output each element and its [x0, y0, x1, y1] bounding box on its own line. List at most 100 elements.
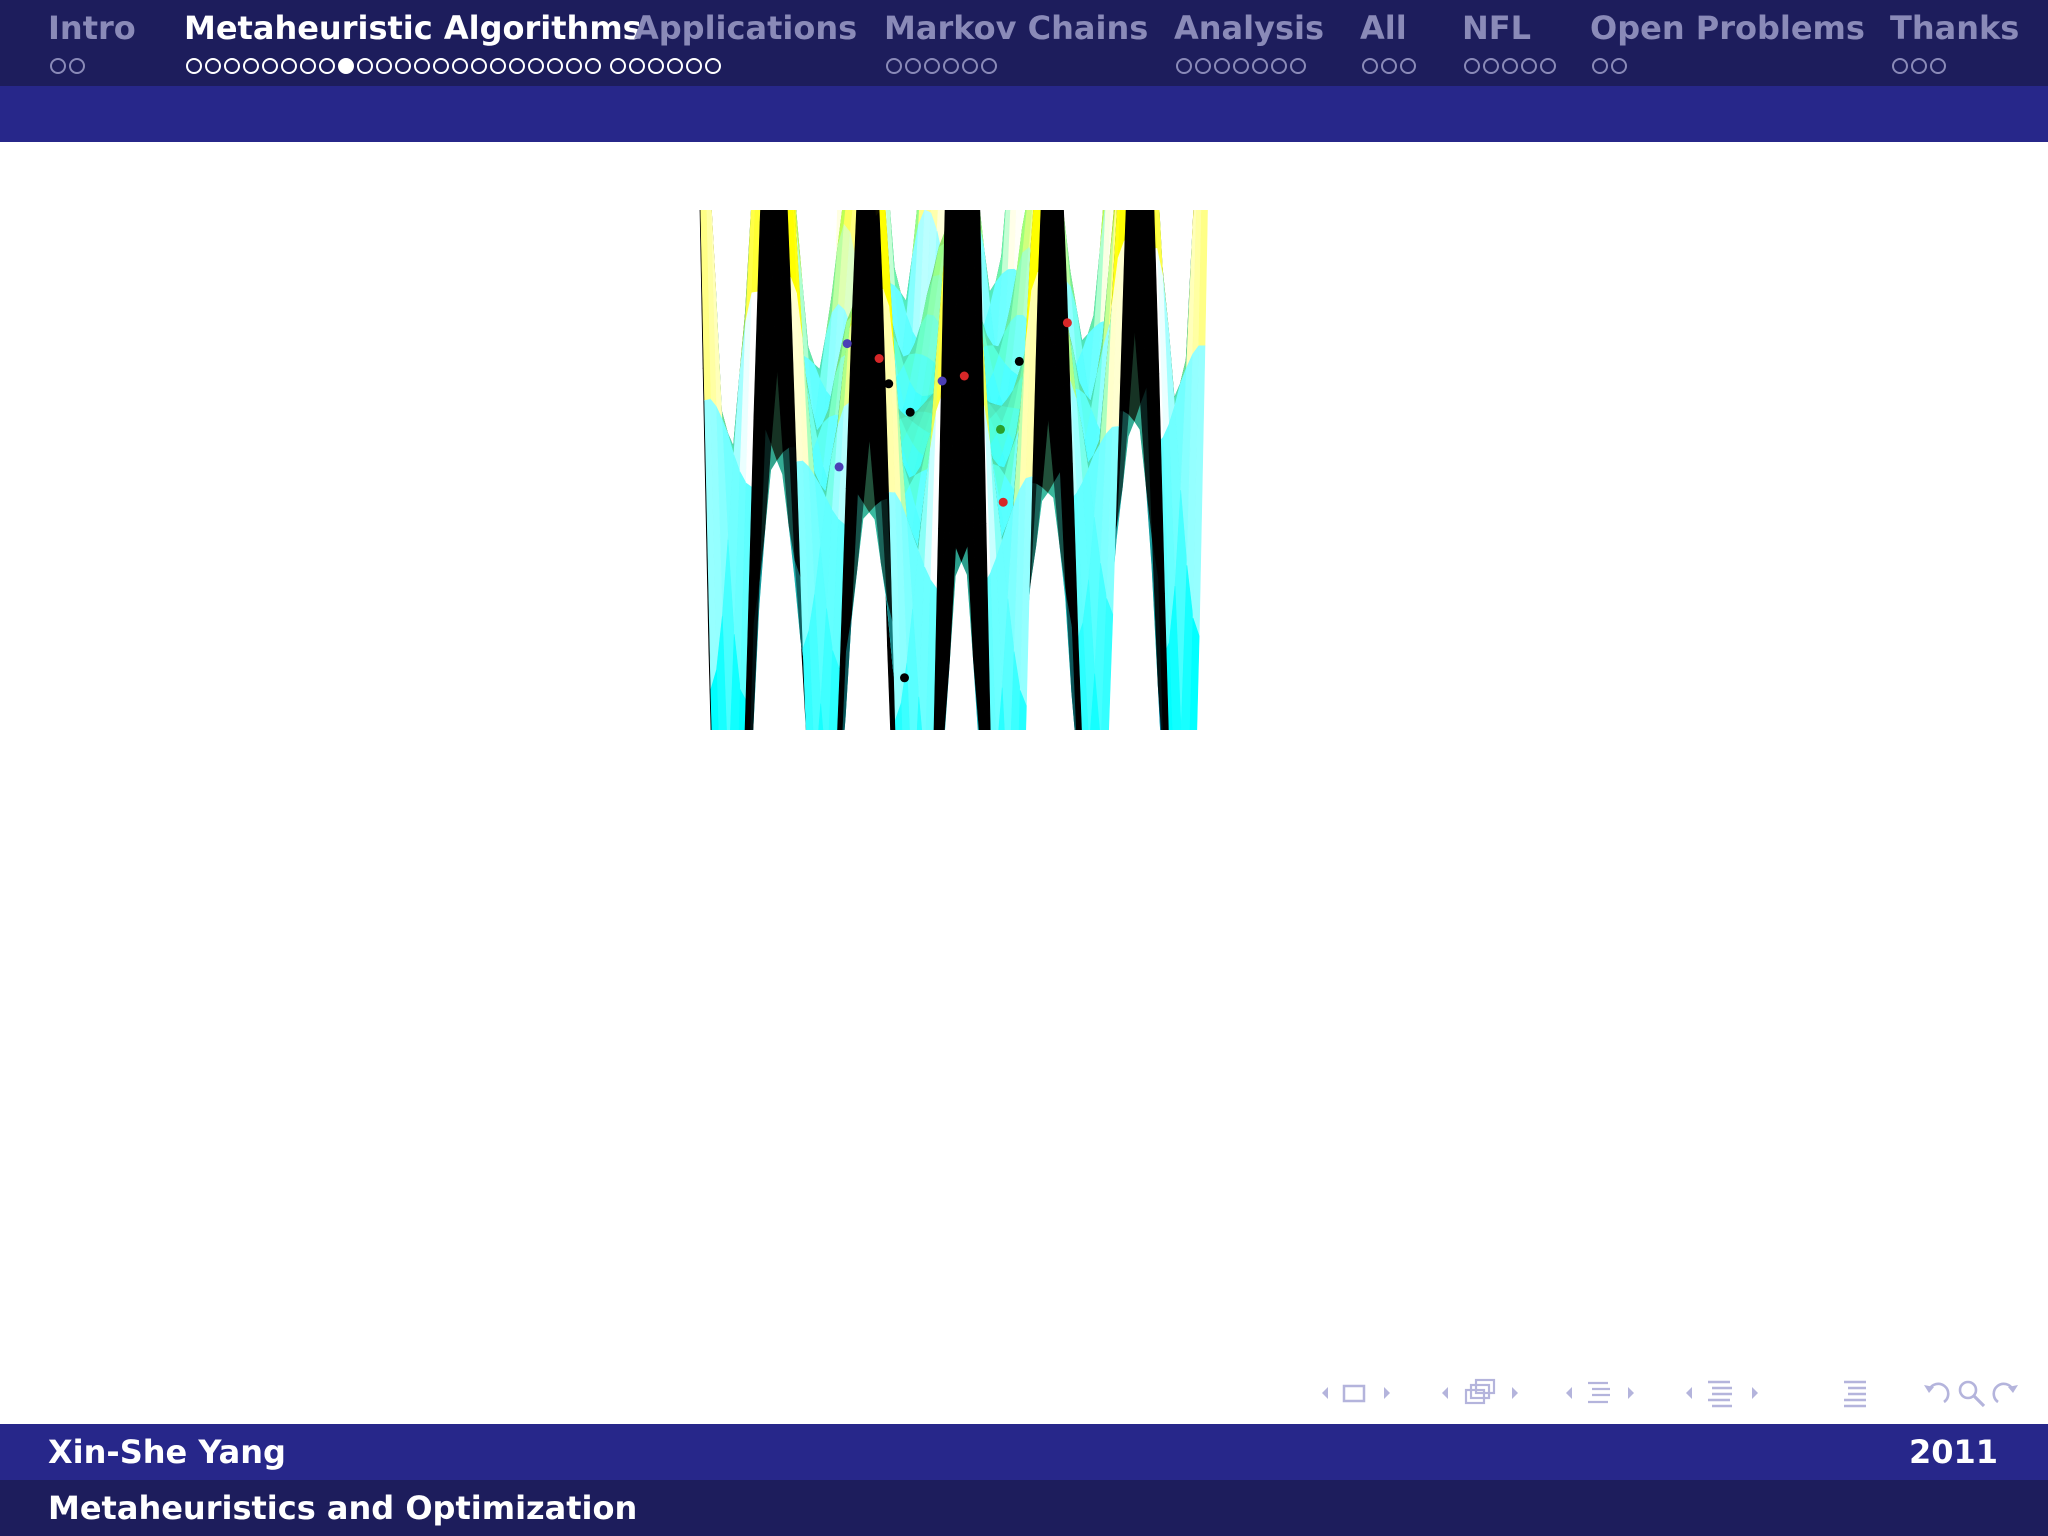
frame-nav-icon[interactable] [1318, 1376, 1408, 1410]
nav-section-nfl[interactable]: NFL [1462, 6, 1556, 74]
frame-dot[interactable] [1233, 58, 1249, 74]
frame-dot[interactable] [566, 58, 582, 74]
frame-dot[interactable] [981, 58, 997, 74]
nav-section-markov-chains[interactable]: Markov Chains [884, 6, 1148, 74]
frame-dot[interactable] [395, 58, 411, 74]
frame-dot[interactable] [1502, 58, 1518, 74]
frame-dot[interactable] [886, 58, 902, 74]
nav-section-all[interactable]: All [1360, 6, 1416, 74]
presentation-nav-icon[interactable] [1682, 1376, 1778, 1410]
frame-dot[interactable] [1271, 58, 1287, 74]
footer-title-bar: Metaheuristics and Optimization [0, 1480, 2048, 1536]
frame-dot[interactable] [1176, 58, 1192, 74]
frame-dot[interactable] [629, 58, 645, 74]
search-icon[interactable] [1954, 1376, 1988, 1410]
frame-dot[interactable] [509, 58, 525, 74]
frame-dot[interactable] [186, 58, 202, 74]
undo-button[interactable] [1920, 1376, 1954, 1410]
nav-section-title[interactable]: Applications [634, 6, 857, 50]
frame-dot[interactable] [962, 58, 978, 74]
search-button[interactable] [1954, 1376, 1988, 1410]
frame-dot[interactable] [1362, 58, 1378, 74]
nav-section-title[interactable]: All [1360, 6, 1407, 50]
agent-marker [900, 673, 909, 683]
redo-button[interactable] [1988, 1376, 2022, 1410]
redo-icon[interactable] [1988, 1376, 2022, 1410]
frame-dot[interactable] [452, 58, 468, 74]
toc-icon[interactable] [1838, 1376, 1872, 1410]
section-nav[interactable] [1562, 1376, 1658, 1410]
beamer-navigation-symbols [1310, 1376, 2030, 1410]
frame-dot[interactable] [1521, 58, 1537, 74]
frame-dot[interactable] [528, 58, 544, 74]
frame-dots [886, 58, 1000, 74]
frame-dot[interactable] [338, 58, 354, 74]
undo-icon[interactable] [1920, 1376, 1954, 1410]
frame-dot[interactable] [610, 58, 626, 74]
frame-dot[interactable] [414, 58, 430, 74]
nav-section-thanks[interactable]: Thanks [1890, 6, 2019, 74]
frame-dot[interactable] [300, 58, 316, 74]
frame-dot[interactable] [50, 58, 66, 74]
nav-section-title[interactable]: Thanks [1890, 6, 2019, 50]
presentation-nav[interactable] [1682, 1376, 1778, 1410]
agent-marker [1062, 318, 1072, 328]
frame-dot[interactable] [1214, 58, 1230, 74]
frame-dot[interactable] [686, 58, 702, 74]
nav-section-analysis[interactable]: Analysis [1174, 6, 1324, 74]
frame-dot[interactable] [490, 58, 506, 74]
frame-dot[interactable] [1400, 58, 1416, 74]
frame-dot[interactable] [1930, 58, 1946, 74]
section-navigation: Intro Metaheuristic Algorithms Applicati… [0, 0, 2048, 86]
frame-dot[interactable] [547, 58, 563, 74]
nav-section-metaheuristic-algorithms[interactable]: Metaheuristic Algorithms [184, 6, 721, 74]
frame-dot[interactable] [905, 58, 921, 74]
frame-dot[interactable] [1911, 58, 1927, 74]
frame-dot[interactable] [69, 58, 85, 74]
frame-dot[interactable] [243, 58, 259, 74]
frame-dot[interactable] [262, 58, 278, 74]
nav-section-open-problems[interactable]: Open Problems [1590, 6, 1865, 74]
frame-dot[interactable] [1381, 58, 1397, 74]
frame-dot[interactable] [1290, 58, 1306, 74]
toc-nav[interactable] [1838, 1376, 1872, 1410]
nav-section-applications[interactable]: Applications [634, 6, 857, 50]
nav-section-title[interactable]: NFL [1462, 6, 1531, 50]
frame-dot[interactable] [585, 58, 601, 74]
frame-dot[interactable] [705, 58, 721, 74]
frame-dot[interactable] [1464, 58, 1480, 74]
frame-dot[interactable] [1892, 58, 1908, 74]
nav-section-title[interactable]: Markov Chains [884, 6, 1148, 50]
frame-dot[interactable] [205, 58, 221, 74]
frame-dot[interactable] [1252, 58, 1268, 74]
frame-dot[interactable] [357, 58, 373, 74]
frame-dots [50, 58, 88, 74]
frame-dot[interactable] [1195, 58, 1211, 74]
frame-dot[interactable] [667, 58, 683, 74]
section-nav-icon[interactable] [1562, 1376, 1658, 1410]
subsection-nav-icon[interactable] [1438, 1376, 1534, 1410]
frame-dot[interactable] [924, 58, 940, 74]
frame-dots [1464, 58, 1559, 74]
nav-section-intro[interactable]: Intro [48, 6, 136, 74]
nav-section-title[interactable]: Analysis [1174, 6, 1324, 50]
frame-dot[interactable] [943, 58, 959, 74]
nav-section-title[interactable]: Metaheuristic Algorithms [184, 6, 642, 50]
frame-dot[interactable] [224, 58, 240, 74]
frame-dot[interactable] [319, 58, 335, 74]
frame-dot[interactable] [433, 58, 449, 74]
frame-nav[interactable] [1318, 1376, 1408, 1410]
frame-dot[interactable] [1540, 58, 1556, 74]
frame-dots [1892, 58, 1949, 74]
nav-section-title[interactable]: Open Problems [1590, 6, 1865, 50]
frame-dot[interactable] [471, 58, 487, 74]
agent-marker [884, 379, 894, 389]
frame-dot[interactable] [1483, 58, 1499, 74]
frame-dot[interactable] [1611, 58, 1627, 74]
frame-dot[interactable] [281, 58, 297, 74]
nav-section-title[interactable]: Intro [48, 6, 136, 50]
frame-dot[interactable] [376, 58, 392, 74]
subsection-nav[interactable] [1438, 1376, 1534, 1410]
frame-dot[interactable] [648, 58, 664, 74]
frame-dot[interactable] [1592, 58, 1608, 74]
